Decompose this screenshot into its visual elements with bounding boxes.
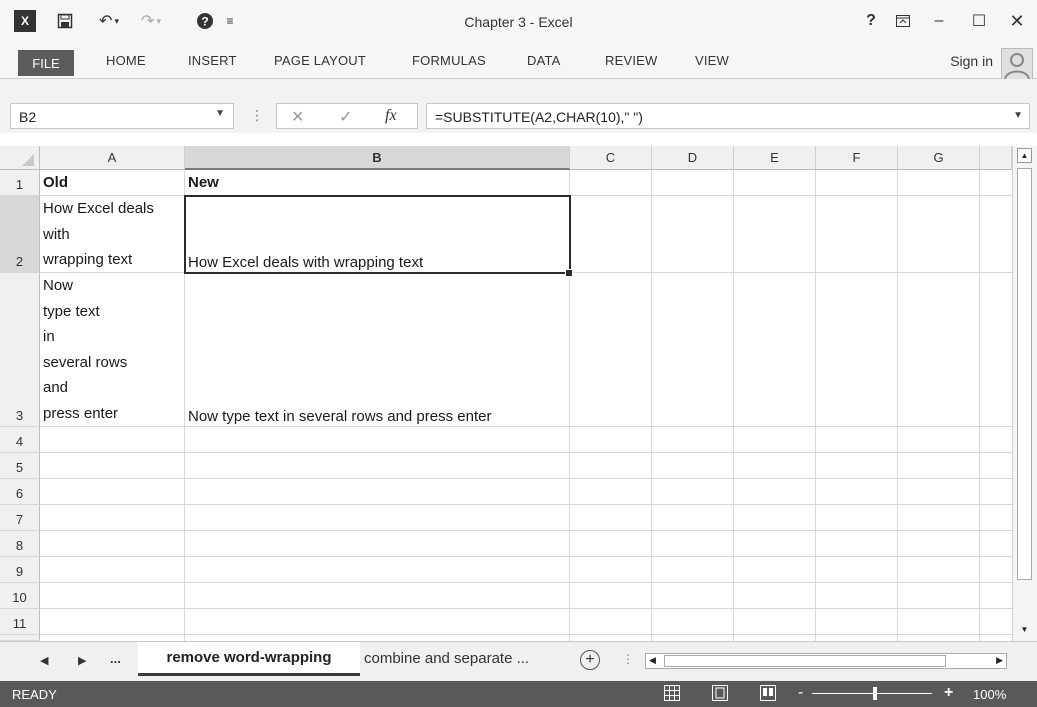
horizontal-scroll-thumb[interactable] xyxy=(664,655,946,667)
column-header-e[interactable]: E xyxy=(734,146,816,170)
name-box[interactable]: B2 ▼ xyxy=(10,103,234,129)
ribbon-display-options-icon[interactable] xyxy=(890,10,916,32)
name-box-value: B2 xyxy=(19,109,37,125)
formula-bar: B2 ▼ ⋮ ✕ ✓ fx =SUBSTITUTE(A2,CHAR(10)," … xyxy=(0,99,1037,133)
column-header-c[interactable]: C xyxy=(570,146,652,170)
zoom-out-icon[interactable]: - xyxy=(798,684,803,702)
sheet-tab-remove-word-wrapping[interactable]: remove word-wrapping xyxy=(138,642,360,676)
cancel-icon[interactable]: ✕ xyxy=(291,107,304,127)
zoom-slider-thumb[interactable] xyxy=(873,687,877,700)
tab-file[interactable]: FILE xyxy=(18,50,74,76)
row-header-8[interactable]: 8 xyxy=(0,531,40,557)
close-icon[interactable]: ✕ xyxy=(1004,10,1030,32)
scroll-right-icon[interactable]: ▶ xyxy=(996,655,1003,666)
page-layout-view-icon[interactable] xyxy=(712,685,728,701)
scroll-down-icon[interactable]: ▼ xyxy=(1017,622,1032,637)
cell-b2[interactable]: How Excel deals with wrapping text xyxy=(185,196,570,273)
sheet-tab-bar: ◀ ▶ ... remove word-wrapping combine and… xyxy=(0,641,1037,681)
title-bar: X ↶ ▾ ↷ ▾ ? ≡ Chapter 3 - Excel ? – ☐ ✕ xyxy=(0,0,1037,46)
fill-handle[interactable] xyxy=(565,269,573,277)
help-button[interactable]: ? xyxy=(858,10,884,32)
vertical-scroll-thumb[interactable] xyxy=(1017,168,1032,580)
row-header-5[interactable]: 5 xyxy=(0,453,40,479)
column-header-a[interactable]: A xyxy=(40,146,185,170)
column-header-g[interactable]: G xyxy=(898,146,980,170)
scroll-up-icon[interactable]: ▲ xyxy=(1017,148,1032,163)
normal-view-icon[interactable] xyxy=(664,685,680,701)
sheet-tab-combine-and-separate[interactable]: combine and separate ... xyxy=(364,650,529,667)
row-header-6[interactable]: 6 xyxy=(0,479,40,505)
avatar[interactable] xyxy=(1001,48,1033,80)
insert-function-icon[interactable]: fx xyxy=(385,107,397,125)
cell-b3-text: Now type text in several rows and press … xyxy=(188,408,492,425)
cell-b2-text: How Excel deals with wrapping text xyxy=(188,254,424,271)
zoom-level[interactable]: 100% xyxy=(973,687,1006,702)
scroll-left-icon[interactable]: ◀ xyxy=(649,655,656,666)
next-sheet-icon[interactable]: ▶ xyxy=(78,654,86,667)
ribbon-collapsed-area xyxy=(0,79,1037,99)
tab-review[interactable]: REVIEW xyxy=(605,53,657,68)
cell-a1-text: Old xyxy=(43,174,68,191)
enter-icon[interactable]: ✓ xyxy=(339,107,352,127)
vertical-scrollbar[interactable]: ▲ ▼ xyxy=(1012,146,1037,641)
row-header-2[interactable]: 2 xyxy=(0,196,40,273)
add-sheet-button[interactable]: + xyxy=(580,650,600,670)
status-text: READY xyxy=(12,687,57,702)
status-bar: READY - + 100% xyxy=(0,681,1037,707)
chevron-down-icon[interactable]: ▼ xyxy=(215,108,225,119)
cell-a2[interactable]: How Excel deals with wrapping text xyxy=(40,196,185,273)
page-break-preview-icon[interactable] xyxy=(760,685,776,701)
cell-b3[interactable]: Now type text in several rows and press … xyxy=(185,273,570,427)
formula-bar-grip-icon: ⋮ xyxy=(250,107,264,123)
tab-split-grip-icon[interactable]: ⋮ xyxy=(622,652,634,666)
tab-data[interactable]: DATA xyxy=(527,53,561,68)
minimize-icon[interactable]: – xyxy=(926,10,952,32)
expand-formula-bar-icon[interactable]: ▼ xyxy=(1013,110,1023,121)
tab-formulas[interactable]: FORMULAS xyxy=(412,53,486,68)
horizontal-scrollbar[interactable]: ◀ ▶ xyxy=(645,653,1007,669)
row-header-9[interactable]: 9 xyxy=(0,557,40,583)
formula-buttons: ✕ ✓ fx xyxy=(276,103,418,129)
sign-in-link[interactable]: Sign in xyxy=(950,53,993,69)
tab-insert[interactable]: INSERT xyxy=(188,53,237,68)
zoom-slider-track[interactable] xyxy=(812,693,932,694)
spreadsheet-grid: A B C D E F G 1 2 3 4 5 6 7 8 9 10 11 Ol… xyxy=(0,146,1012,641)
column-header-d[interactable]: D xyxy=(652,146,734,170)
column-header-b[interactable]: B xyxy=(185,146,570,170)
column-header-partial[interactable] xyxy=(980,146,1012,170)
tab-page-layout[interactable]: PAGE LAYOUT xyxy=(274,53,366,68)
zoom-in-icon[interactable]: + xyxy=(944,684,953,702)
cell-b1[interactable]: New xyxy=(185,170,570,196)
tab-home[interactable]: HOME xyxy=(106,53,146,68)
formula-text: =SUBSTITUTE(A2,CHAR(10)," ") xyxy=(435,109,643,125)
row-header-7[interactable]: 7 xyxy=(0,505,40,531)
row-header-10[interactable]: 10 xyxy=(0,583,40,609)
ribbon-tabs: FILE HOME INSERT PAGE LAYOUT FORMULAS DA… xyxy=(0,46,1037,80)
prev-sheet-icon[interactable]: ◀ xyxy=(40,654,48,667)
cell-a1[interactable]: Old xyxy=(40,170,185,196)
row-header-3[interactable]: 3 xyxy=(0,273,40,427)
row-header-11[interactable]: 11 xyxy=(0,609,40,635)
cell-a3[interactable]: Now type text in several rows and press … xyxy=(40,273,185,427)
column-header-f[interactable]: F xyxy=(816,146,898,170)
maximize-icon[interactable]: ☐ xyxy=(966,10,992,32)
select-all-corner[interactable] xyxy=(0,146,40,170)
formula-input[interactable]: =SUBSTITUTE(A2,CHAR(10)," ") ▼ xyxy=(426,103,1030,129)
tab-view[interactable]: VIEW xyxy=(695,53,729,68)
more-sheets-button[interactable]: ... xyxy=(110,651,121,666)
row-header-4[interactable]: 4 xyxy=(0,427,40,453)
cell-b1-text: New xyxy=(188,174,219,191)
row-header-1[interactable]: 1 xyxy=(0,170,40,196)
